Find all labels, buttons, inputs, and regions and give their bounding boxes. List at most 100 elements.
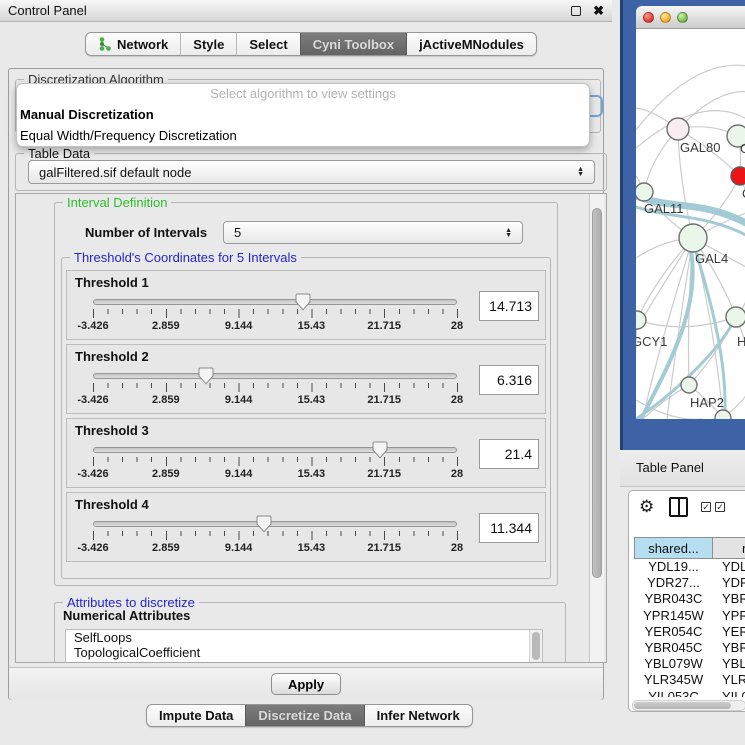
zoom-traffic-light-icon[interactable] xyxy=(677,12,688,23)
minimize-traffic-light-icon[interactable] xyxy=(660,12,671,23)
node-gal11[interactable] xyxy=(636,183,653,201)
number-of-intervals-label: Number of Intervals xyxy=(85,225,207,240)
threshold-1-slider[interactable]: -3.426 2.859 9.144 15.43 21.715 28 xyxy=(93,299,457,339)
thresholds-group: Threshold's Coordinates for 5 Intervals … xyxy=(61,257,551,579)
table-panel-header: Table Panel xyxy=(620,450,745,487)
checkbox-icon[interactable]: ✓ xyxy=(715,502,725,512)
threshold-4-label: Threshold 4 xyxy=(75,497,149,512)
column-header-shared[interactable]: shared... xyxy=(634,537,713,559)
table-data-combobox[interactable]: galFiltered.sif default node ▲▼ xyxy=(28,160,595,184)
tab-jactivemnodules[interactable]: jActiveMNodules xyxy=(406,33,536,55)
node-label: H xyxy=(737,334,745,349)
number-of-intervals-combobox[interactable]: 5 ▲▼ xyxy=(223,221,523,244)
slider-handle[interactable] xyxy=(372,441,388,459)
control-panel-titlebar: Control Panel ✖ xyxy=(0,0,612,22)
network-window-titlebar[interactable] xyxy=(636,6,745,29)
table-row[interactable]: YLR345WYLR3 xyxy=(634,672,745,688)
network-view-window: GAL80 G C GAL11 GAL4 GCY1 H HAP2 xyxy=(620,0,745,450)
table-data-value: galFiltered.sif default node xyxy=(39,165,577,180)
checkbox-icon[interactable]: ✓ xyxy=(701,502,711,512)
tab-impute-data[interactable]: Impute Data xyxy=(147,705,245,726)
close-traffic-light-icon[interactable] xyxy=(643,12,654,23)
node-label: GAL11 xyxy=(644,201,684,216)
table-horizontal-scrollbar[interactable] xyxy=(632,700,745,711)
table-row[interactable]: YPR145WYPR1 xyxy=(634,608,745,624)
threshold-2-row: Threshold 2 -3.426 2.859 9.144 15.43 21.… xyxy=(66,344,546,414)
network-canvas[interactable]: GAL80 G C GAL11 GAL4 GCY1 H HAP2 xyxy=(636,29,745,419)
table-row[interactable]: YIL053CYIL0 xyxy=(634,689,745,698)
table-row[interactable]: YBR043CYBR0 xyxy=(634,591,745,607)
threshold-4-slider[interactable]: -3.426 2.859 9.144 15.43 21.715 28 xyxy=(93,521,457,561)
slider-handle[interactable] xyxy=(295,293,311,311)
slider-handle[interactable] xyxy=(256,515,272,533)
threshold-4-value-field[interactable]: 11.344 xyxy=(479,513,539,543)
tab-discretize-data[interactable]: Discretize Data xyxy=(245,705,363,726)
attribute-item[interactable]: TopologicalCoefficient xyxy=(66,645,542,660)
table-panel-title: Table Panel xyxy=(636,460,704,475)
threshold-1-value-field[interactable]: 14.713 xyxy=(479,291,539,321)
network-tab-icon xyxy=(98,37,111,51)
table-row[interactable]: YBL079WYBL0 xyxy=(634,656,745,672)
split-columns-icon[interactable] xyxy=(669,497,688,517)
gear-icon[interactable]: ⚙ xyxy=(639,497,654,517)
number-of-intervals-value: 5 xyxy=(234,225,505,240)
node-label: GAL4 xyxy=(695,251,728,266)
node-table-body: YDL19...YDL1 YDR27...YDR2 YBR043CYBR0 YP… xyxy=(634,559,745,697)
table-panel-card: ⚙ ✓ ✓ shared... na YDL19...YDL1 YDR27...… xyxy=(628,490,745,712)
column-header-name[interactable]: na xyxy=(712,537,745,559)
table-row[interactable]: YDL19...YDL1 xyxy=(634,559,745,575)
tab-select[interactable]: Select xyxy=(236,33,299,55)
threshold-2-slider[interactable]: -3.426 2.859 9.144 15.43 21.715 28 xyxy=(93,373,457,413)
window-title: Control Panel xyxy=(8,3,571,18)
attributes-group: Attributes to discretize Numerical Attri… xyxy=(54,602,566,663)
tab-cyni-toolbox[interactable]: Cyni Toolbox xyxy=(300,33,406,55)
threshold-1-row: Threshold 1 -3.426 2.859 9.144 15.43 21.… xyxy=(66,270,546,340)
algorithm-option-manual[interactable]: Manual Discretization xyxy=(17,104,589,125)
close-icon[interactable]: ✖ xyxy=(593,3,604,19)
table-row[interactable]: YBR045CYBR0 xyxy=(634,640,745,656)
attributes-list-scrollbar[interactable] xyxy=(529,630,542,663)
threshold-3-row: Threshold 3 -3.426 2.859 9.144 15.43 21.… xyxy=(66,418,546,488)
attribute-item[interactable]: BetweennessCentrality xyxy=(66,660,542,663)
threshold-2-label: Threshold 2 xyxy=(75,349,149,364)
threshold-4-row: Threshold 4 -3.426 2.859 9.144 15.43 21.… xyxy=(66,492,546,562)
threshold-3-value-field[interactable]: 21.4 xyxy=(479,439,539,469)
node-gcy1[interactable] xyxy=(636,311,646,329)
apply-button[interactable]: Apply xyxy=(271,673,341,695)
algorithm-option-equal-width[interactable]: Equal Width/Frequency Discretization xyxy=(17,125,589,146)
threshold-3-slider[interactable]: -3.426 2.859 9.144 15.43 21.715 28 xyxy=(93,447,457,487)
node-h[interactable] xyxy=(726,307,745,327)
slider-track[interactable] xyxy=(93,373,457,379)
slider-track[interactable] xyxy=(93,447,457,453)
node-gal4[interactable] xyxy=(679,224,707,252)
node-red-selected[interactable] xyxy=(731,167,745,185)
slider-track[interactable] xyxy=(93,521,457,527)
table-data-group: Table Data galFiltered.sif default node … xyxy=(15,153,607,191)
slider-handle[interactable] xyxy=(198,367,214,385)
node-label: GAL80 xyxy=(680,140,720,155)
tab-infer-network[interactable]: Infer Network xyxy=(364,705,472,726)
node-gal80[interactable] xyxy=(667,118,689,140)
tab-network[interactable]: Network xyxy=(86,33,180,55)
algorithm-dropdown-popup: Select algorithm to view settings Manual… xyxy=(16,83,590,147)
attribute-item[interactable]: SelfLoops xyxy=(66,630,542,645)
network-graph: GAL80 G C GAL11 GAL4 GCY1 H HAP2 xyxy=(636,29,745,419)
table-row[interactable]: YDR27...YDR2 xyxy=(634,575,745,591)
control-panel-tabbar: Network Style Select Cyni Toolbox jActiv… xyxy=(85,32,537,56)
table-data-legend: Table Data xyxy=(24,146,94,161)
scrollbar-thumb[interactable] xyxy=(634,702,731,709)
threshold-2-value-field[interactable]: 6.316 xyxy=(479,365,539,395)
cyni-bottom-tabbar: Impute Data Discretize Data Infer Networ… xyxy=(146,704,473,727)
scrollbar-thumb[interactable] xyxy=(592,208,602,578)
settings-vertical-scrollbar[interactable] xyxy=(589,194,604,662)
algorithm-dropdown-prompt: Select algorithm to view settings xyxy=(17,84,589,104)
node-label: GCY1 xyxy=(636,334,667,349)
table-row[interactable]: YER054CYER0 xyxy=(634,624,745,640)
float-window-icon[interactable] xyxy=(571,6,581,16)
combo-spinner-icon: ▲▼ xyxy=(577,167,584,177)
apply-strip: Apply xyxy=(9,667,603,700)
tab-style[interactable]: Style xyxy=(180,33,236,55)
slider-track[interactable] xyxy=(93,299,457,305)
node-hap2[interactable] xyxy=(681,377,697,393)
node-bottom[interactable] xyxy=(715,410,731,419)
